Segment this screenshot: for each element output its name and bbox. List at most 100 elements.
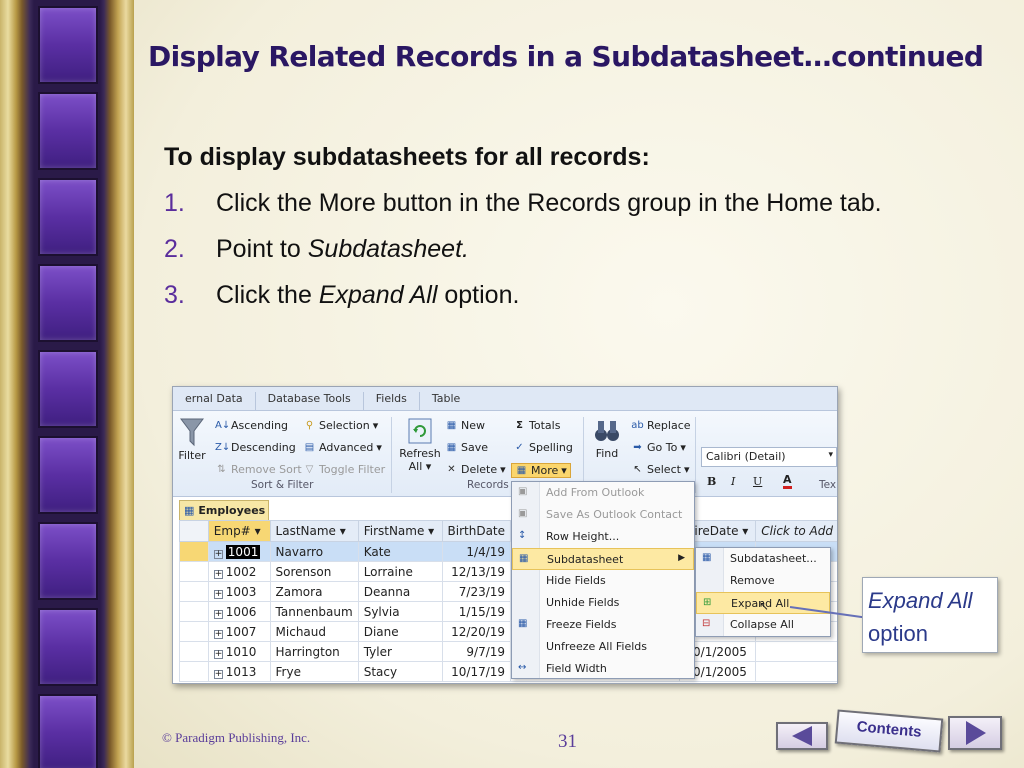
menu-item-collapse-all[interactable]: ⊟ Collapse All <box>696 614 830 636</box>
bold-button[interactable]: B <box>707 475 716 488</box>
new-record-icon: ▦ <box>446 419 457 431</box>
ribbon-tab-bar: ernal Data Database Tools Fields Table <box>173 387 837 411</box>
tab-database-tools[interactable]: Database Tools <box>254 392 363 410</box>
sort-ascending-icon: A↓ <box>215 419 231 431</box>
expand-icon: + <box>213 648 223 659</box>
filter-button[interactable]: Filter <box>177 417 207 462</box>
tab-external-data[interactable]: ernal Data <box>173 392 255 410</box>
field-width-icon: ↔ <box>518 662 527 673</box>
new-record-button[interactable]: ▦ New <box>445 419 485 432</box>
menu-item-remove[interactable]: Remove <box>696 570 830 592</box>
menu-item-add-from-outlook[interactable]: ▣ Add From Outlook <box>512 482 694 504</box>
sigma-icon: Σ <box>516 419 523 431</box>
save-record-button[interactable]: ▦ Save <box>445 441 488 454</box>
page-number: 31 <box>558 731 577 752</box>
menu-item-row-height[interactable]: ↕ Row Height... <box>512 526 694 548</box>
arrow-left-icon <box>792 726 812 746</box>
table-icon: ▦ <box>184 504 195 517</box>
descending-button[interactable]: Z↓ Descending <box>215 441 296 454</box>
menu-item-save-as-outlook-contact[interactable]: ▣ Save As Outlook Contact <box>512 504 694 526</box>
records-group-label: Records <box>467 479 509 491</box>
select-button[interactable]: ↖ Select ▾ <box>631 463 689 476</box>
tab-fields[interactable]: Fields <box>362 392 419 410</box>
menu-item-subdatasheet[interactable]: ▦ Subdatasheet ▶ <box>512 548 694 570</box>
menu-item-unhide-fields[interactable]: Unhide Fields <box>512 592 694 614</box>
column-header[interactable]: BirthDate <box>441 520 512 542</box>
font-color-button[interactable]: A <box>783 473 792 489</box>
menu-item-field-width[interactable]: ↔ Field Width <box>512 658 694 680</box>
delete-record-button[interactable]: ✕ Delete ▾ <box>445 463 505 476</box>
submenu-arrow-icon: ▶ <box>678 553 685 563</box>
subdatasheet-submenu: ▦ Subdatasheet... Remove ⊞ Expand All ↖ ⊟ Co… <box>695 547 831 637</box>
select-all-cell[interactable] <box>179 520 209 542</box>
toggle-filter-button[interactable]: ▽ Toggle Filter <box>303 463 385 476</box>
column-header[interactable]: Click to Add <box>755 520 837 542</box>
replace-button[interactable]: ab Replace <box>631 419 690 432</box>
column-header[interactable]: LastName ▾ <box>269 520 359 542</box>
contact-icon: ▣ <box>518 508 528 519</box>
step-list: 1. Click the More button in the Records … <box>164 186 924 324</box>
chevron-down-icon: ▾ <box>828 450 833 460</box>
table-row[interactable]: +1013 Frye Stacy 10/17/19 10/1/2005 <box>179 661 837 682</box>
step-number: 3. <box>164 281 185 309</box>
next-slide-button[interactable] <box>948 716 1002 750</box>
ascending-button[interactable]: A↓ Ascending <box>215 419 288 432</box>
go-to-button[interactable]: ➡ Go To ▾ <box>631 441 686 454</box>
row-height-icon: ↕ <box>518 530 527 541</box>
menu-item-subdatasheet-dialog[interactable]: ▦ Subdatasheet... <box>696 548 830 570</box>
menu-item-freeze-fields[interactable]: ▦ Freeze Fields <box>512 614 694 636</box>
binoculars-icon <box>595 421 619 441</box>
decorative-film-strip <box>0 0 134 768</box>
expand-icon: + <box>213 608 223 619</box>
mouse-pointer-icon: ↖ <box>759 599 770 613</box>
table-tab-employees[interactable]: ▦ Employees <box>179 500 269 520</box>
subdatasheet-icon: ▦ <box>702 552 712 563</box>
step-number: 2. <box>164 235 185 263</box>
save-icon: ▦ <box>446 441 457 453</box>
step-text: Click the More button in the Records gro… <box>216 189 882 217</box>
copyright-text: © Paradigm Publishing, Inc. <box>162 730 311 745</box>
more-button[interactable]: ▦ More ▾ <box>511 463 571 478</box>
ribbon: Filter A↓ Ascending Z↓ Descending ⇅ Remove … <box>173 411 837 497</box>
sort-filter-group-label: Sort & Filter <box>251 479 314 491</box>
expand-all-callout: Expand All option <box>862 577 998 653</box>
advanced-filter-icon: ▤ <box>304 441 315 453</box>
refresh-all-button[interactable]: Refresh All ▾ <box>399 417 441 473</box>
remove-sort-button[interactable]: ⇅ Remove Sort <box>215 463 301 476</box>
replace-icon: ab <box>631 419 644 431</box>
tab-table[interactable]: Table <box>418 392 472 410</box>
column-header[interactable]: Emp# ▾ <box>207 520 271 542</box>
previous-slide-button[interactable] <box>776 722 828 750</box>
arrow-right-icon <box>966 721 986 745</box>
expand-icon: + <box>213 548 223 559</box>
advanced-button[interactable]: ▤ Advanced ▾ <box>303 441 382 454</box>
spelling-button[interactable]: ✓ Spelling <box>513 441 573 454</box>
menu-item-unfreeze-all-fields[interactable]: Unfreeze All Fields <box>512 636 694 658</box>
refresh-icon <box>408 418 432 444</box>
table-row[interactable]: +1010 Harrington Tyler 9/7/19 10/1/2005 <box>179 641 837 662</box>
expand-icon: + <box>213 568 223 579</box>
subdatasheet-icon: ▦ <box>519 553 529 564</box>
expand-icon: + <box>213 668 223 679</box>
column-header[interactable]: FirstName ▾ <box>357 520 443 542</box>
italic-button[interactable]: I <box>731 475 735 488</box>
selection-filter-icon: ⚲ <box>305 419 314 431</box>
step-text: Point to Subdatasheet. <box>216 235 469 263</box>
underline-button[interactable]: U <box>753 475 762 488</box>
totals-button[interactable]: Σ Totals <box>513 419 560 432</box>
arrow-right-icon: ➡ <box>633 441 642 453</box>
toggle-filter-icon: ▽ <box>305 463 314 475</box>
step-item: 1. Click the More button in the Records … <box>164 186 924 220</box>
delete-icon: ✕ <box>447 463 456 475</box>
remove-sort-icon: ⇅ <box>217 463 226 475</box>
sort-descending-icon: Z↓ <box>215 441 231 453</box>
spelling-icon: ✓ <box>515 441 524 453</box>
step-number: 1. <box>164 189 185 217</box>
expand-all-icon: ⊞ <box>703 597 712 608</box>
selection-button[interactable]: ⚲ Selection ▾ <box>303 419 378 432</box>
find-button[interactable]: Find <box>589 417 625 460</box>
instruction-lead: To display subdatasheets for all records… <box>164 143 650 171</box>
font-select[interactable]: Calibri (Detail) ▾ <box>701 447 837 467</box>
menu-item-hide-fields[interactable]: Hide Fields <box>512 570 694 592</box>
outlook-icon: ▣ <box>518 486 528 497</box>
